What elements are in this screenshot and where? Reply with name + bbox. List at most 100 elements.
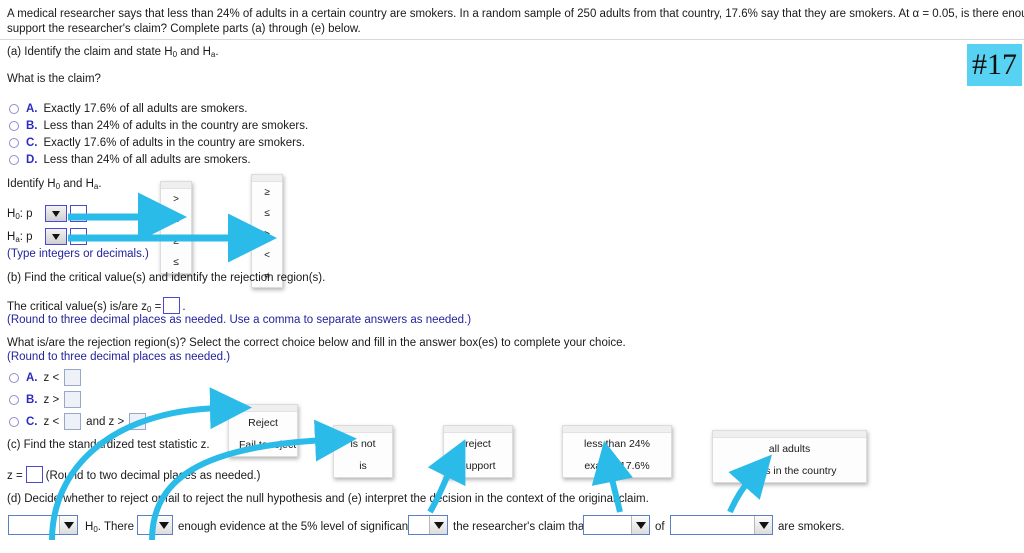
radio-rejection-a[interactable] [9,372,19,383]
claim-choice-a[interactable]: A. Exactly 17.6% of all adults are smoke… [9,103,247,115]
is-not-popup[interactable]: is not is [333,425,393,478]
part-b-heading: (b) Find the critical value(s) and ident… [7,272,326,284]
chevron-down-icon[interactable] [154,516,172,534]
ha-operator-option-0[interactable]: ≥ [252,182,282,203]
worksheet-page: A medical researcher says that less than… [0,0,1024,553]
claim-choice-b-letter: B. [26,120,38,132]
evidence-select[interactable] [137,515,173,535]
ha-operator-option-2[interactable]: > [252,224,282,245]
h0-operator-select[interactable] [45,205,67,222]
claim-choice-a-letter: A. [26,103,38,115]
final-segment-3: the researcher's claim that [453,521,588,533]
ha-operator-option-1[interactable]: ≤ [252,203,282,224]
chevron-down-icon[interactable] [429,516,447,534]
claim-choice-d-letter: D. [26,154,38,166]
round-three-comma-note: (Round to three decimal places as needed… [7,314,472,326]
part-a-heading-text: (a) Identify the claim and state H0 and … [7,46,219,59]
radio-claim-a[interactable] [9,104,19,114]
rejection-choice-a[interactable]: A. z < [9,369,82,386]
decision-popup[interactable]: Reject Fail to reject [228,404,298,457]
claim-choice-d[interactable]: D. Less than 24% of all adults are smoke… [9,154,251,166]
rejection-c-input-high[interactable] [129,413,147,430]
decision-option-1[interactable]: Fail to reject [229,434,297,456]
claim-choice-c-letter: C. [26,137,38,149]
h0-operator-option-2[interactable]: ≥ [161,231,191,252]
header-divider [0,39,1024,40]
problem-statement-line1: A medical researcher says that less than… [7,8,1024,20]
chevron-down-icon[interactable] [631,516,649,534]
radio-claim-d[interactable] [9,155,19,165]
popup-header [563,426,671,433]
chevron-down-icon[interactable] [754,516,772,534]
popup-header [444,426,512,433]
reject-support-popup[interactable]: reject support [443,425,513,478]
problem-number-badge: #17 [967,44,1022,86]
population-option-0[interactable]: all adults [713,438,866,460]
decision-select[interactable] [8,515,78,535]
rejection-a-input[interactable] [64,369,82,386]
reject-support-option-0[interactable]: reject [444,433,512,455]
rejection-choice-b-expr: z > [43,393,60,406]
final-segment-1: H0. There [85,521,134,534]
population-select[interactable] [670,515,773,535]
radio-claim-c[interactable] [9,138,19,148]
radio-claim-b[interactable] [9,121,19,131]
is-not-option-0[interactable]: is not [334,433,392,455]
claim-choice-c-text: Exactly 17.6% of adults in the country a… [43,137,305,149]
chevron-down-icon[interactable] [59,516,77,534]
claim-choice-b-text: Less than 24% of adults in the country a… [43,120,309,132]
claim-value-popup[interactable]: less than 24% exactly 17.6% [562,425,672,478]
population-popup[interactable]: all adults adults in the country [712,430,867,483]
critical-value-prefix: The critical value(s) is/are z0 = [7,301,162,314]
radio-rejection-c[interactable] [9,416,19,427]
claim-value-select[interactable] [583,515,650,535]
claim-value-option-0[interactable]: less than 24% [563,433,671,455]
rejection-b-input[interactable] [64,391,82,408]
h0-operator-option-1[interactable]: < [161,210,191,231]
h0-value-input[interactable] [70,205,87,222]
round-two-note: (Round to two decimal places as needed.) [45,470,261,482]
type-integers-note: (Type integers or decimals.) [7,248,149,260]
population-option-1[interactable]: adults in the country [713,460,866,482]
part-a-question: What is the claim? [7,73,101,85]
rejection-c-input-low[interactable] [64,413,82,430]
z-statistic-input[interactable] [25,466,43,483]
claim-choice-a-text: Exactly 17.6% of all adults are smokers. [43,103,248,115]
part-c-heading: (c) Find the standardized test statistic… [7,439,210,451]
h0-prefix-label: H0: p [7,208,33,221]
claim-choice-c[interactable]: C. Exactly 17.6% of adults in the countr… [9,137,305,149]
ha-operator-select[interactable] [45,228,67,245]
radio-rejection-b[interactable] [9,394,19,405]
is-not-option-1[interactable]: is [334,455,392,477]
part-de-heading: (d) Decide whether to reject or fail to … [7,493,649,505]
h0-operator-popup[interactable]: > < ≥ ≤ [160,181,192,274]
claim-choice-b[interactable]: B. Less than 24% of adults in the countr… [9,120,308,132]
problem-statement-line2: support the researcher's claim? Complete… [7,23,361,35]
identify-hypotheses-label: Identify H0 and Ha. [7,178,102,191]
rejection-choice-c[interactable]: C. z < and z > [9,413,147,430]
rejection-choice-c-letter: C. [26,415,38,428]
h0-operator-option-0[interactable]: > [161,189,191,210]
popup-header [229,405,297,412]
final-segment-5: are smokers. [778,521,845,533]
rejection-choice-b[interactable]: B. z > [9,391,82,408]
decision-option-0[interactable]: Reject [229,412,297,434]
ha-value-input[interactable] [70,228,87,245]
reject-support-option-1[interactable]: support [444,455,512,477]
rejection-choice-c-expr2: and z > [86,415,125,428]
claim-choice-d-text: Less than 24% of all adults are smokers. [43,154,251,166]
h0-operator-option-3[interactable]: ≤ [161,252,191,273]
rejection-choice-a-expr: z < [43,371,60,384]
z-prefix-label: z = [7,470,23,482]
round-three-note: (Round to three decimal places as needed… [7,351,231,363]
rejection-choice-a-letter: A. [26,371,38,384]
reject-support-select[interactable] [408,515,448,535]
rejection-region-question: What is/are the rejection region(s)? Sel… [7,337,626,349]
claim-value-option-1[interactable]: exactly 17.6% [563,455,671,477]
part-a-heading: (a) Identify the claim and state H0 and … [7,45,219,62]
ha-operator-option-3[interactable]: < [252,245,282,266]
critical-value-suffix: . [182,301,186,313]
popup-header [334,426,392,433]
popup-header [252,175,282,182]
critical-value-input[interactable] [163,297,181,314]
